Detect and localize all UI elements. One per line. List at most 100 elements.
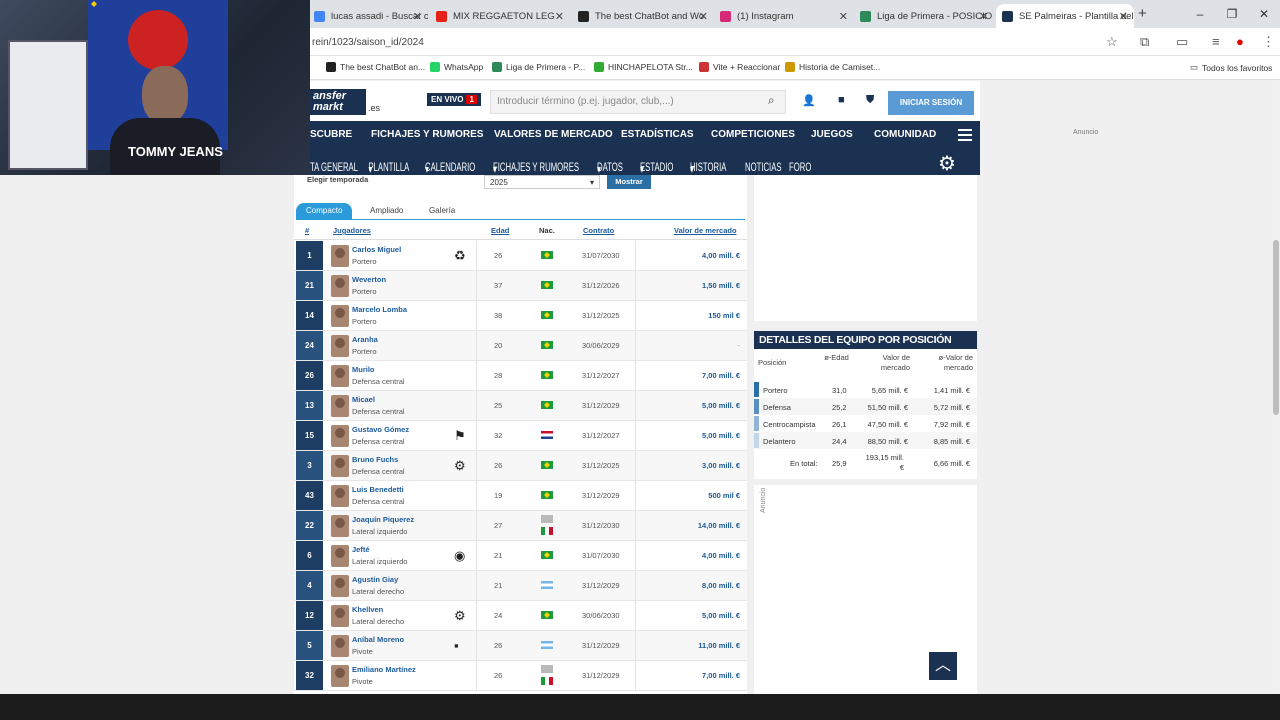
- market-value[interactable]: 11,00 mill. €: [698, 641, 740, 650]
- search-icon[interactable]: ⌕: [768, 93, 775, 108]
- market-value[interactable]: 5,00 mill. €: [702, 431, 740, 440]
- bookmark-item[interactable]: Liga de Primera - P...: [492, 62, 585, 72]
- login-button[interactable]: INICIAR SESIÓN: [888, 91, 974, 115]
- player-photo[interactable]: [331, 635, 349, 657]
- bookmark-item[interactable]: Vite + Reaccionar: [699, 62, 780, 72]
- player-name[interactable]: Weverton: [352, 275, 386, 284]
- scrollbar-thumb[interactable]: [1273, 240, 1279, 415]
- nav-item[interactable]: ESTADÍSTICAS: [621, 129, 694, 140]
- player-name[interactable]: Aranha: [352, 335, 378, 344]
- browser-tab[interactable]: (1) Instagram ✕: [714, 4, 854, 28]
- browser-tab[interactable]: The best ChatBot and Wo ✕: [572, 4, 714, 28]
- player-name[interactable]: Murilo: [352, 365, 375, 374]
- player-name[interactable]: Carlos Miguel: [352, 245, 401, 254]
- market-value[interactable]: 7,00 mill. €: [702, 671, 740, 680]
- market-value[interactable]: 1,50 mill. €: [702, 281, 740, 290]
- nav-item[interactable]: FICHAJES Y RUMORES: [371, 129, 483, 140]
- market-value[interactable]: 150 mil €: [708, 311, 740, 320]
- player-name[interactable]: Jefté: [352, 545, 370, 554]
- club-icon[interactable]: ⚑: [454, 428, 466, 444]
- nav-item[interactable]: VALORES DE MERCADO: [494, 129, 613, 140]
- player-photo[interactable]: [331, 515, 349, 537]
- table-row[interactable]: 32 Emiliano Martínez Pivote 26 31/12/2029 7,0…: [294, 661, 747, 691]
- extensions-icon[interactable]: ⧉: [1140, 34, 1149, 50]
- player-photo[interactable]: [331, 335, 349, 357]
- close-tab-icon[interactable]: ✕: [1119, 10, 1128, 23]
- bookmark-item[interactable]: WhatsApp: [430, 62, 483, 72]
- player-name[interactable]: Emiliano Martínez: [352, 665, 416, 674]
- player-photo[interactable]: [331, 665, 349, 687]
- close-tab-icon[interactable]: ✕: [413, 10, 422, 23]
- table-row[interactable]: 6 Jefté Lateral izquierdo ◉ 21 31/07/2030 4,00…: [294, 541, 747, 571]
- table-row[interactable]: 24 Aranha Portero 20 30/06/2029 -: [294, 331, 747, 361]
- col-contract[interactable]: Contrato: [583, 226, 614, 235]
- player-name[interactable]: Marcelo Lomba: [352, 305, 407, 314]
- market-value[interactable]: 3,00 mill. €: [702, 461, 740, 470]
- close-tab-icon[interactable]: ✕: [979, 10, 988, 23]
- season-select[interactable]: 2025 ▾: [484, 175, 600, 189]
- market-value[interactable]: 500 mil €: [708, 491, 740, 500]
- minimize-icon[interactable]: –: [1184, 0, 1216, 28]
- cast-icon[interactable]: ▭: [1176, 34, 1188, 50]
- player-photo[interactable]: [331, 395, 349, 417]
- player-photo[interactable]: [331, 485, 349, 507]
- player-name[interactable]: Luis Benedetti: [352, 485, 404, 494]
- col-players[interactable]: Jugadores: [333, 226, 371, 235]
- player-photo[interactable]: [331, 545, 349, 567]
- player-name[interactable]: Joaquín Piquerez: [352, 515, 414, 524]
- table-row[interactable]: 14 Marcelo Lomba Portero 38 31/12/2025 150 mi…: [294, 301, 747, 331]
- site-logo[interactable]: ansfer markt: [310, 89, 366, 115]
- player-photo[interactable]: [331, 365, 349, 387]
- market-value[interactable]: 8,00 mill. €: [702, 581, 740, 590]
- club-icon[interactable]: ▪: [454, 638, 459, 653]
- star-icon[interactable]: ☆: [1106, 34, 1118, 50]
- table-row[interactable]: 26 Murilo Defensa central 28 31/12/2027 7,00 …: [294, 361, 747, 391]
- table-row[interactable]: 22 Joaquín Piquerez Lateral izquierdo 27 31/…: [294, 511, 747, 541]
- col-number[interactable]: #: [305, 226, 309, 235]
- club-icon[interactable]: ⚙: [454, 608, 466, 624]
- table-row[interactable]: 15 Gustavo Gómez Defensa central ⚑ 32 31/12/2…: [294, 421, 747, 451]
- col-market-value[interactable]: Valor de mercado: [674, 226, 737, 235]
- player-photo[interactable]: [331, 605, 349, 627]
- player-name[interactable]: Agustín Giay: [352, 575, 398, 584]
- browser-tab[interactable]: Liga de Primera - POSICIO ✕: [854, 4, 994, 28]
- table-row[interactable]: 21 Weverton Portero 37 31/12/2026 1,50 mill. …: [294, 271, 747, 301]
- close-window-icon[interactable]: ✕: [1248, 0, 1280, 28]
- close-tab-icon[interactable]: ✕: [699, 10, 708, 23]
- player-name[interactable]: Bruno Fuchs: [352, 455, 398, 464]
- bookmark-item[interactable]: The best ChatBot an...: [326, 62, 425, 72]
- table-row[interactable]: 5 Aníbal Moreno Pivote ▪ 26 31/12/2029 11,00 m…: [294, 631, 747, 661]
- player-name[interactable]: Khellven: [352, 605, 383, 614]
- scroll-to-top-button[interactable]: ︿: [929, 652, 957, 680]
- market-value[interactable]: 5,00 mill. €: [702, 401, 740, 410]
- market-value[interactable]: 5,00 mill. €: [702, 611, 740, 620]
- club-icon[interactable]: ◉: [454, 548, 465, 564]
- market-value[interactable]: -: [738, 341, 741, 350]
- table-row[interactable]: 1 Carlos Miguel Portero ♻ 26 31/07/2030 4,00 m…: [294, 241, 747, 271]
- media-icon[interactable]: ≡: [1212, 34, 1220, 49]
- shield-icon[interactable]: ⛊: [866, 94, 874, 107]
- col-age[interactable]: Edad: [491, 226, 509, 235]
- club-icon[interactable]: ♻: [454, 248, 466, 264]
- player-photo[interactable]: [331, 275, 349, 297]
- show-button[interactable]: Mostrar: [607, 175, 651, 189]
- market-value[interactable]: 4,00 mill. €: [702, 251, 740, 260]
- new-tab-icon[interactable]: +: [1138, 5, 1147, 22]
- nav-item[interactable]: COMUNIDAD: [874, 129, 936, 140]
- player-photo[interactable]: [331, 245, 349, 267]
- table-row[interactable]: 3 Bruno Fuchs Defensa central ⚙ 26 31/12/2025…: [294, 451, 747, 481]
- bookmark-item[interactable]: Historia de Camiset...: [785, 62, 880, 72]
- player-name[interactable]: Micael: [352, 395, 375, 404]
- player-photo[interactable]: [331, 575, 349, 597]
- menu-dots-icon[interactable]: ⋮: [1262, 34, 1275, 50]
- close-tab-icon[interactable]: ✕: [555, 10, 564, 23]
- table-row[interactable]: 43 Luis Benedetti Defensa central 19 31/12/2…: [294, 481, 747, 511]
- tab-ampliado[interactable]: Ampliado: [360, 203, 413, 219]
- market-value[interactable]: 7,00 mill. €: [702, 371, 740, 380]
- all-bookmarks[interactable]: ▭ Todos los favoritos: [1190, 62, 1272, 73]
- live-button[interactable]: EN VIVO 1: [427, 93, 481, 106]
- user-search-icon[interactable]: 👤: [802, 94, 816, 107]
- profile-icon[interactable]: ●: [1236, 34, 1244, 49]
- market-value[interactable]: 14,00 mill. €: [698, 521, 740, 530]
- player-photo[interactable]: [331, 425, 349, 447]
